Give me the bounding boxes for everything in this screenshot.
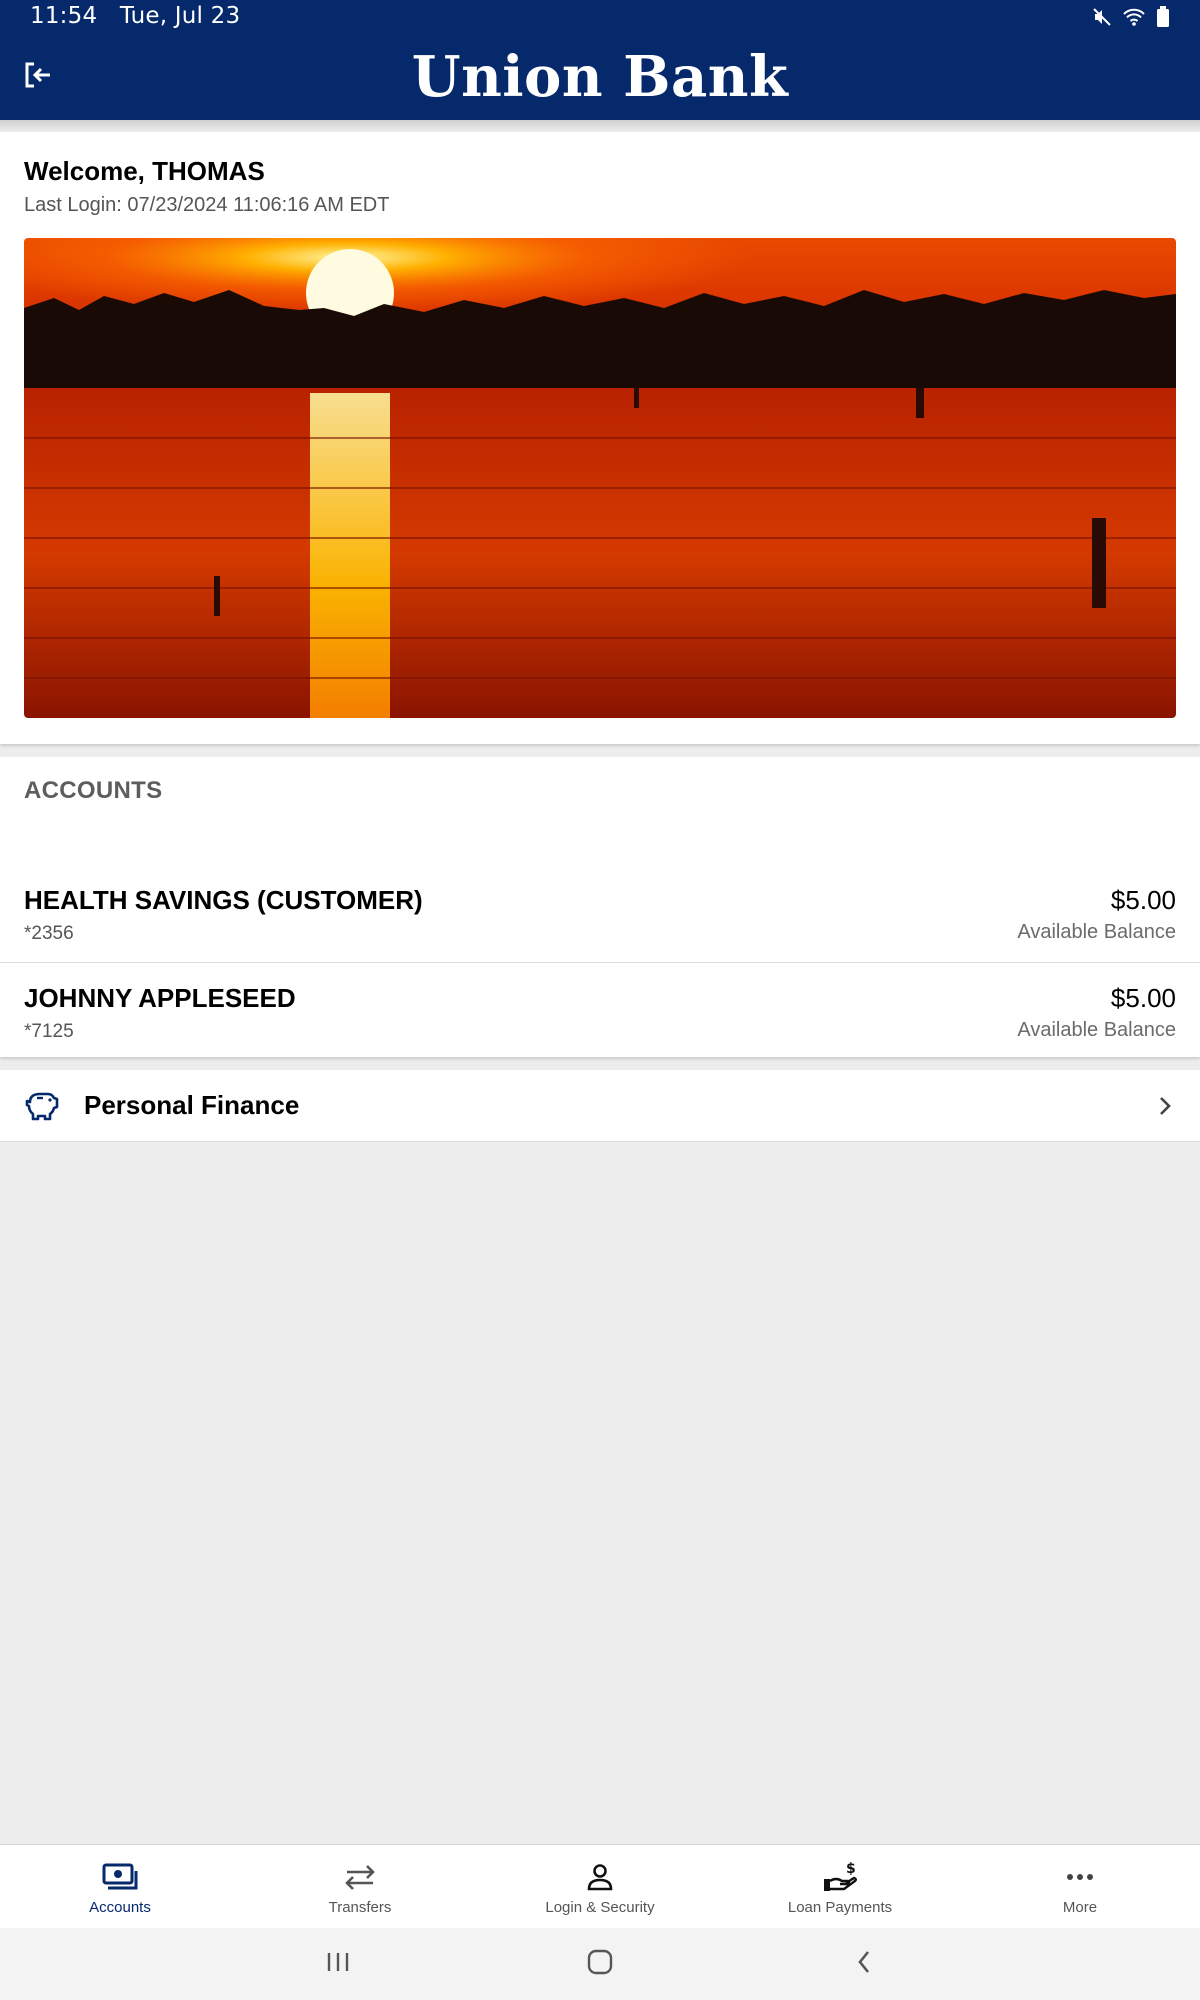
home-icon (586, 1948, 614, 1981)
account-balance-label: Available Balance (1017, 1019, 1176, 1041)
nav-item-more[interactable]: More (960, 1845, 1200, 1928)
nav-item-login-security[interactable]: Login & Security (480, 1845, 720, 1928)
mute-icon (1092, 7, 1112, 27)
accounts-icon (100, 1861, 140, 1893)
nav-item-accounts[interactable]: Accounts (0, 1845, 240, 1928)
account-balance-label: Available Balance (1017, 921, 1176, 943)
status-date: Tue, Jul 23 (119, 3, 241, 29)
wifi-icon (1122, 7, 1146, 27)
nav-label: More (1062, 1899, 1098, 1916)
nav-item-loan-payments[interactable]: $ Loan Payments (720, 1845, 960, 1928)
personal-finance-label: Personal Finance (84, 1090, 300, 1120)
more-dots-icon (1060, 1861, 1100, 1893)
header-divider (0, 120, 1200, 132)
loan-payment-icon: $ (820, 1861, 860, 1893)
status-time: 11:54 Tue, Jul 23 (30, 3, 241, 29)
back-icon (855, 1948, 873, 1981)
account-number: *2356 (24, 923, 74, 944)
home-button[interactable] (580, 1948, 620, 1980)
account-balance: $5.00 (1110, 983, 1176, 1013)
brand-logo: Union Bank (411, 44, 789, 110)
status-icons (1092, 6, 1170, 28)
account-number: *7125 (24, 1021, 74, 1042)
last-login-text: Last Login: 07/23/2024 11:06:16 AM EDT (24, 194, 390, 216)
welcome-title: Welcome, THOMAS (24, 156, 265, 186)
personal-finance-row[interactable]: Personal Finance (0, 1070, 1200, 1142)
battery-icon (1156, 6, 1170, 28)
person-icon (580, 1861, 620, 1893)
transfer-arrows-icon (340, 1861, 380, 1893)
chevron-right-icon (1158, 1094, 1172, 1123)
app-header: Union Bank (0, 35, 1200, 120)
hero-image-sunset (24, 238, 1176, 718)
account-name: HEALTH SAVINGS (CUSTOMER) (24, 885, 423, 915)
accounts-card: ACCOUNTS HEALTH SAVINGS (CUSTOMER) *2356… (0, 757, 1200, 1057)
account-row[interactable]: HEALTH SAVINGS (CUSTOMER) *2356 $5.00 Av… (0, 865, 1200, 963)
recent-apps-button[interactable] (318, 1948, 358, 1980)
account-row[interactable]: JOHNNY APPLESEED *7125 $5.00 Available B… (0, 963, 1200, 1061)
system-nav-bar (0, 1928, 1200, 2000)
recent-apps-icon (325, 1950, 351, 1979)
accounts-heading: ACCOUNTS (24, 777, 163, 804)
nav-item-transfers[interactable]: Transfers (240, 1845, 480, 1928)
nav-label: Transfers (328, 1899, 392, 1916)
svg-text:$: $ (846, 1861, 856, 1877)
account-name: JOHNNY APPLESEED (24, 983, 296, 1013)
nav-label: Loan Payments (787, 1899, 893, 1916)
welcome-card: Welcome, THOMAS Last Login: 07/23/2024 1… (0, 132, 1200, 744)
bottom-nav: Accounts Transfers Login & Security $ Lo… (0, 1844, 1200, 1928)
back-button[interactable] (844, 1948, 884, 1980)
piggy-bank-icon (24, 1088, 60, 1124)
nav-label: Accounts (89, 1899, 151, 1916)
status-bar: 11:54 Tue, Jul 23 (0, 0, 1200, 35)
nav-label: Login & Security (545, 1899, 655, 1916)
account-balance: $5.00 (1110, 885, 1176, 915)
